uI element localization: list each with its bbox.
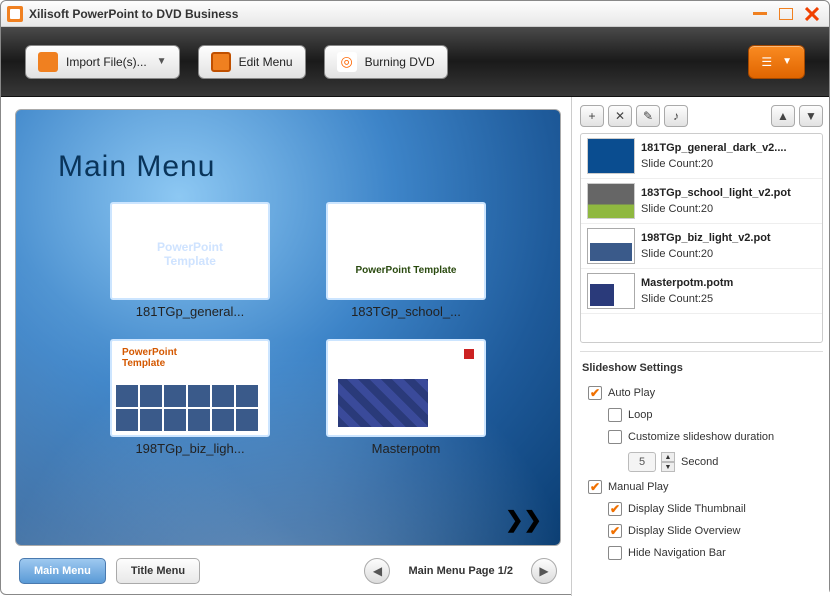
chevron-down-icon: ▼ [782,56,792,67]
file-thumbnail [587,228,635,264]
loop-label: Loop [628,409,652,421]
edit-menu-icon [211,52,231,72]
spinner-down[interactable]: ▼ [661,462,675,472]
edit-menu-label: Edit Menu [239,55,293,69]
hide-nav-checkbox[interactable] [608,546,622,560]
menu-thumbnail[interactable]: 181TGp_general... [110,202,288,319]
settings-header: Slideshow Settings [580,358,823,382]
menu-thumbnail[interactable]: 198TGp_biz_ligh... [110,339,288,456]
duration-row: ▲▼ Second [580,448,823,476]
file-thumbnail [587,273,635,309]
list-icon: ☰ [761,55,772,69]
move-up-button[interactable]: ▲ [771,105,795,127]
menu-thumbnail[interactable]: Masterpotm [326,339,504,456]
title-menu-tab[interactable]: Title Menu [116,558,200,584]
thumbnail-image [326,202,486,300]
manual-play-checkbox[interactable] [588,480,602,494]
slide-count: Slide Count:25 [641,293,816,305]
file-row[interactable]: Masterpotm.potm Slide Count:25 [581,269,822,314]
file-name: 181TGp_general_dark_v2.... [641,142,816,154]
chevron-down-icon: ▼ [157,56,167,67]
file-row[interactable]: 198TGp_biz_light_v2.pot Slide Count:20 [581,224,822,269]
slide-count: Slide Count:20 [641,248,816,260]
page-indicator: Main Menu Page 1/2 [408,565,513,577]
add-file-button[interactable]: + [580,105,604,127]
maximize-button[interactable] [775,6,797,22]
edit-file-button[interactable]: ✎ [636,105,660,127]
main-toolbar: Import File(s)... ▼ Edit Menu ◎ Burning … [1,27,829,97]
customize-duration-row[interactable]: Customize slideshow duration [580,426,823,448]
import-label: Import File(s)... [66,55,147,69]
slide-count: Slide Count:20 [641,158,816,170]
main-menu-tab[interactable]: Main Menu [19,558,106,584]
hide-nav-label: Hide Navigation Bar [628,547,726,559]
import-files-button[interactable]: Import File(s)... ▼ [25,45,180,79]
menu-footer: Main Menu Title Menu ◀ Main Menu Page 1/… [15,554,561,588]
preview-pane: Main Menu 181TGp_general... 183TGp_schoo… [1,97,571,596]
manual-play-label: Manual Play [608,481,669,493]
menu-thumbnail[interactable]: 183TGp_school_... [326,202,504,319]
auto-play-row[interactable]: Auto Play [580,382,823,404]
display-thumbnail-checkbox[interactable] [608,502,622,516]
file-row[interactable]: 183TGp_school_light_v2.pot Slide Count:2… [581,179,822,224]
file-name: 183TGp_school_light_v2.pot [641,187,816,199]
side-panel: + ✕ ✎ ♪ ▲ ▼ 181TGp_general_dark_v2.... S… [571,97,829,596]
spinner-up[interactable]: ▲ [661,452,675,462]
thumbnail-image [110,339,270,437]
remove-file-button[interactable]: ✕ [608,105,632,127]
import-icon [38,52,58,72]
duration-input[interactable] [628,452,656,472]
file-list[interactable]: 181TGp_general_dark_v2.... Slide Count:2… [580,133,823,343]
move-down-button[interactable]: ▼ [799,105,823,127]
thumbnail-caption: 181TGp_general... [110,304,270,319]
audio-button[interactable]: ♪ [664,105,688,127]
app-icon [7,6,23,22]
filelist-toolbar: + ✕ ✎ ♪ ▲ ▼ [580,103,823,133]
prev-page-button[interactable]: ◀ [364,558,390,584]
customize-duration-label: Customize slideshow duration [628,431,774,443]
loop-row[interactable]: Loop [580,404,823,426]
thumbnail-caption: 198TGp_biz_ligh... [110,441,270,456]
menu-preview-stage: Main Menu 181TGp_general... 183TGp_schoo… [15,109,561,546]
display-overview-checkbox[interactable] [608,524,622,538]
display-overview-label: Display Slide Overview [628,525,740,537]
settings-dropdown-button[interactable]: ☰ ▼ [748,45,805,79]
customize-duration-checkbox[interactable] [608,430,622,444]
slideshow-settings: Slideshow Settings Auto Play Loop Custom… [580,351,823,590]
next-page-button[interactable]: ▶ [531,558,557,584]
edit-menu-button[interactable]: Edit Menu [198,45,306,79]
hide-nav-row[interactable]: Hide Navigation Bar [580,542,823,564]
minimize-button[interactable] [749,6,771,22]
thumbnail-image [110,202,270,300]
close-button[interactable] [801,6,823,22]
thumbnail-caption: 183TGp_school_... [326,304,486,319]
auto-play-checkbox[interactable] [588,386,602,400]
app-title: Xilisoft PowerPoint to DVD Business [29,7,749,21]
loop-checkbox[interactable] [608,408,622,422]
duration-unit: Second [681,456,718,468]
manual-play-row[interactable]: Manual Play [580,476,823,498]
display-thumbnail-row[interactable]: Display Slide Thumbnail [580,498,823,520]
burning-dvd-label: Burning DVD [365,55,435,69]
slide-count: Slide Count:20 [641,203,816,215]
auto-play-label: Auto Play [608,387,655,399]
thumbnail-image [326,339,486,437]
display-overview-row[interactable]: Display Slide Overview [580,520,823,542]
file-name: Masterpotm.potm [641,277,816,289]
thumbnail-caption: Masterpotm [326,441,486,456]
burning-dvd-icon: ◎ [337,52,357,72]
file-thumbnail [587,138,635,174]
display-thumbnail-label: Display Slide Thumbnail [628,503,746,515]
file-thumbnail [587,183,635,219]
stage-heading: Main Menu [58,150,215,184]
next-page-arrow[interactable]: ❯❯ [505,507,542,533]
titlebar: Xilisoft PowerPoint to DVD Business [1,1,829,27]
burning-dvd-button[interactable]: ◎ Burning DVD [324,45,448,79]
file-row[interactable]: 181TGp_general_dark_v2.... Slide Count:2… [581,134,822,179]
file-name: 198TGp_biz_light_v2.pot [641,232,816,244]
